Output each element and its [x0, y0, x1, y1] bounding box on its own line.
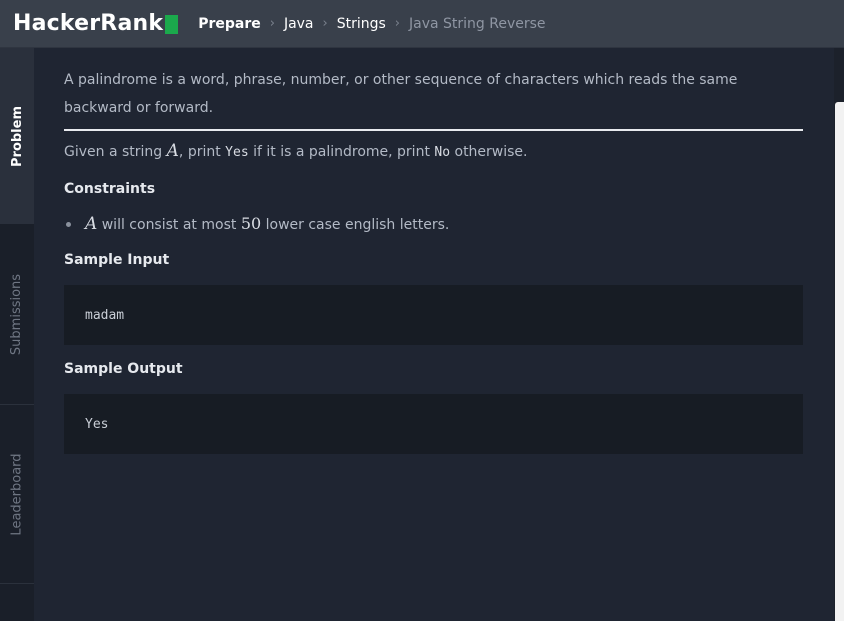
tab-problem-label: Problem	[9, 105, 25, 167]
hackerrank-logo[interactable]: HackerRank	[13, 11, 179, 36]
sample-input-heading: Sample Input	[64, 252, 170, 268]
inline-code-no: No	[434, 145, 451, 160]
breadcrumb-prepare[interactable]: Prepare	[198, 16, 261, 32]
task-text: Given a string	[64, 144, 167, 160]
tab-leaderboard[interactable]: Leaderboard	[0, 405, 34, 583]
scrollbar-thumb[interactable]	[835, 102, 844, 621]
problem-statement: A palindrome is a word, phrase, number, …	[64, 66, 803, 454]
chevron-right-icon: ›	[322, 16, 328, 31]
math-variable: A	[166, 141, 179, 161]
task-text: , print	[178, 144, 226, 160]
inline-code-yes: Yes	[225, 145, 249, 160]
tab-leaderboard-label: Leaderboard	[9, 452, 25, 536]
breadcrumb-strings[interactable]: Strings	[337, 16, 386, 32]
divider	[64, 129, 803, 131]
sample-input-code: madam	[85, 307, 125, 323]
sidebar-divider	[0, 583, 34, 584]
bullet-icon	[66, 221, 71, 227]
constraint-text: lower case english letters.	[261, 217, 450, 233]
problem-intro: A palindrome is a word, phrase, number, …	[64, 72, 738, 116]
sample-output-code: Yes	[85, 416, 109, 432]
constraints-heading: Constraints	[64, 181, 156, 197]
task-text: if it is a palindrome, print	[248, 144, 435, 160]
tab-submissions[interactable]: Submissions	[0, 224, 34, 404]
sample-output-heading: Sample Output	[64, 361, 183, 377]
breadcrumb-current-page: Java String Reverse	[409, 15, 546, 32]
tab-submissions-label: Submissions	[9, 273, 25, 355]
top-navigation-bar: HackerRank Prepare › Java › Strings › Ja…	[0, 0, 844, 48]
sample-input-block: madam	[64, 285, 803, 345]
task-text: otherwise.	[450, 144, 528, 160]
logo-text: HackerRank	[13, 11, 164, 36]
constraint-text: will consist at most	[97, 217, 241, 233]
logo-green-square-icon	[165, 14, 179, 34]
chevron-right-icon: ›	[394, 16, 400, 31]
constraint-list-item: A will consist at most 50 lower case eng…	[66, 214, 803, 234]
problem-task: Given a string A, print Yes if it is a p…	[64, 140, 803, 164]
math-number: 50	[240, 214, 262, 233]
breadcrumb: Prepare › Java › Strings › Java String R…	[198, 16, 545, 32]
breadcrumb-java[interactable]: Java	[284, 16, 314, 32]
sample-output-block: Yes	[64, 394, 803, 454]
chevron-right-icon: ›	[269, 16, 275, 31]
problem-sidebar: Problem Submissions Leaderboard	[0, 48, 34, 621]
tab-problem[interactable]: Problem	[0, 48, 34, 224]
math-variable: A	[85, 214, 98, 234]
